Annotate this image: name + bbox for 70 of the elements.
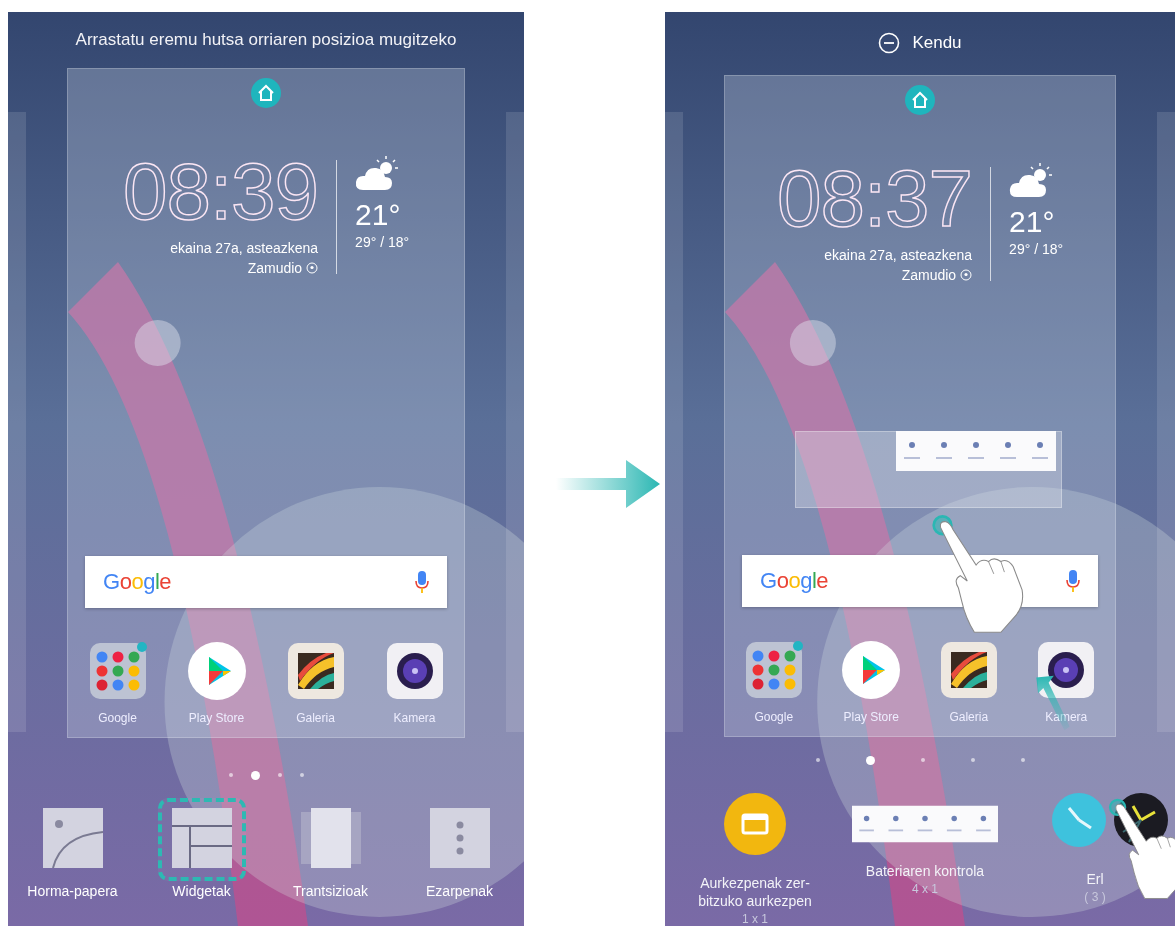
app-folder-icon xyxy=(87,641,148,701)
page-indicator-dot[interactable] xyxy=(970,758,975,763)
play-store-icon xyxy=(841,640,902,701)
app-shortcut[interactable]: Play Store xyxy=(822,640,920,725)
page-indicator-dot[interactable] xyxy=(228,773,233,777)
temperature-range: 29° / 18° xyxy=(1009,240,1064,257)
temperature-range: 29° / 18° xyxy=(355,234,410,250)
location-pin-icon xyxy=(306,262,319,274)
slideshow-icon xyxy=(723,792,787,856)
location-text: Zamudio xyxy=(901,266,957,283)
widget-name[interactable]: Erl xyxy=(1086,870,1104,888)
home-icon[interactable] xyxy=(905,84,935,115)
instruction-text: Arrastatu eremu hutsa orriaren posizioa mugitzeko xyxy=(75,30,457,50)
widget-size: 4 x 1 xyxy=(912,882,938,896)
edit-menu-item[interactable]: Trantsizioak xyxy=(266,798,395,899)
clock-time: 08:39 xyxy=(122,156,319,228)
gallery-icon xyxy=(938,640,999,701)
location-text: Zamudio xyxy=(247,260,303,276)
home-icon[interactable] xyxy=(251,78,281,108)
google-logo: Google xyxy=(103,569,171,595)
edit-menu-item[interactable]: Ezarpenak xyxy=(395,798,524,899)
gallery-icon xyxy=(285,641,346,701)
page-indicator-dot[interactable] xyxy=(865,755,875,765)
app-shortcut[interactable]: Play Store xyxy=(167,641,266,725)
camera-icon xyxy=(384,641,445,701)
app-shortcut[interactable]: Kamera xyxy=(365,641,464,725)
clock-date: ekaina 27a, asteazkena xyxy=(824,246,973,263)
adjacent-page-edge[interactable] xyxy=(8,112,26,732)
microphone-icon xyxy=(415,571,429,593)
play-store-icon xyxy=(186,641,247,701)
page-indicator-dot[interactable] xyxy=(920,758,925,763)
widgets-icon xyxy=(171,808,232,868)
remove-button[interactable]: Kendu xyxy=(872,30,968,57)
temperature-text: 21° xyxy=(1009,204,1056,239)
app-shortcut[interactable]: Google xyxy=(68,641,167,725)
widget-name[interactable]: Aurkezpenak zer-bitzuko aurkezpen xyxy=(680,874,830,910)
home-page-card[interactable]: 08:39 ekaina 27a, asteazkena Zamudio 21° 29° / 18° Google Google Play Store Galeria Kamera xyxy=(67,68,465,738)
location-pin-icon xyxy=(960,268,973,281)
app-folder-icon xyxy=(743,640,804,701)
wallpaper-icon xyxy=(42,808,103,868)
adjacent-page-edge[interactable] xyxy=(1157,112,1175,732)
microphone-icon xyxy=(1066,570,1080,593)
more-options-icon xyxy=(429,808,490,868)
camera-icon xyxy=(1036,640,1097,701)
home-page-card[interactable]: 08:37 ekaina 27a, asteazkena Zamudio 21° 29° / 18° Google Google Play Store Galeria Kamera xyxy=(724,74,1116,738)
search-bar[interactable]: Google xyxy=(85,556,447,608)
clock-time: 08:37 xyxy=(776,162,973,235)
minus-circle-icon xyxy=(878,32,901,55)
page-indicator-dot[interactable] xyxy=(1020,758,1025,763)
edit-menu-item[interactable]: Widgetak xyxy=(137,798,266,899)
clock-date: ekaina 27a, asteazkena xyxy=(170,240,319,256)
adjacent-page-edge[interactable] xyxy=(665,112,683,732)
page-indicator-dot[interactable] xyxy=(250,770,260,780)
clock-icon xyxy=(1051,792,1107,848)
widget-size: ( 3 ) xyxy=(1084,890,1106,904)
page-indicator-dot[interactable] xyxy=(815,758,820,763)
dragged-widget[interactable] xyxy=(795,430,1062,508)
app-shortcut[interactable]: Galeria xyxy=(920,640,1018,725)
widget-name[interactable]: Bateriaren kontrola xyxy=(850,862,1000,880)
page-indicator-dot[interactable] xyxy=(299,773,304,777)
temperature-text: 21° xyxy=(355,198,402,232)
page-indicator-dot[interactable] xyxy=(277,773,282,777)
transitions-icon xyxy=(300,808,361,868)
google-logo: Google xyxy=(760,568,828,595)
app-shortcut[interactable]: Google xyxy=(725,640,823,725)
widget-size: 1 x 1 xyxy=(742,912,768,926)
edit-menu-item[interactable]: Horma-papera xyxy=(8,798,137,899)
app-shortcut[interactable]: Galeria xyxy=(266,641,365,725)
adjacent-page-edge[interactable] xyxy=(506,112,524,732)
right-arrow-icon xyxy=(556,458,662,510)
